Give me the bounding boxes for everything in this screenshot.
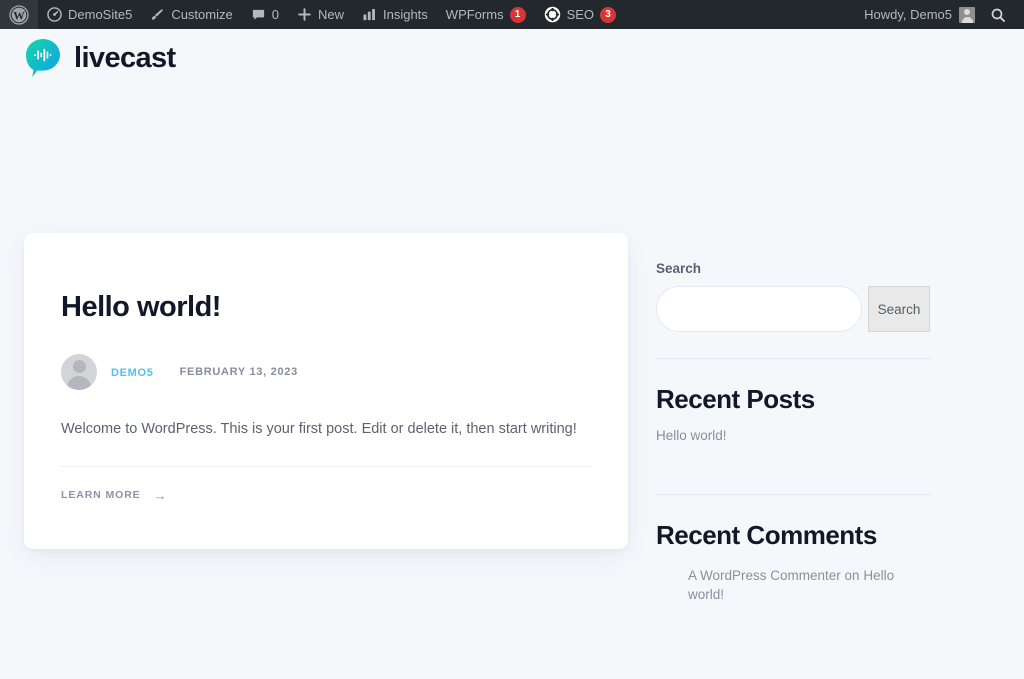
read-more-link[interactable]: LEARN MORE → [61,489,168,502]
search-input[interactable] [656,286,862,332]
post-meta: DEMO5 FEBRUARY 13, 2023 [61,354,591,391]
recent-posts-list: Hello world! [656,426,932,446]
post-title[interactable]: Hello world! [61,291,591,324]
search-label: Search [656,261,702,276]
admin-bar-wpforms-label: WPForms [445,7,504,22]
bar-chart-icon [362,7,377,22]
admin-bar-item-customize[interactable]: Customize [141,0,241,29]
recent-comments-title: Recent Comments [656,519,877,550]
page-wrapper: Hello world! DEMO5 FEBRUARY 13, 2023 Wel… [0,87,1024,609]
widget-search: Search Search [656,261,932,332]
admin-bar-search-toggle[interactable] [984,0,1016,29]
read-more-label: LEARN MORE [61,489,141,502]
recent-comments-list: A WordPress Commenter on Hello world! [656,566,932,605]
admin-bar-left-group: W DemoSite5 Customize 0 New Insights WPF… [0,0,625,29]
post-card: Hello world! DEMO5 FEBRUARY 13, 2023 Wel… [24,233,628,550]
admin-bar-new-label: New [317,7,344,22]
admin-bar-comment-count: 0 [271,7,279,22]
widget-divider [656,493,932,495]
wp-admin-bar: W DemoSite5 Customize 0 New Insights WPF… [0,0,1024,29]
yoast-seo-icon [544,6,561,23]
wordpress-icon: W [9,4,29,25]
comment-icon [251,7,266,22]
search-submit-button[interactable]: Search [868,286,930,332]
post-author-link[interactable]: DEMO5 [111,363,154,381]
admin-bar-item-site-name[interactable]: DemoSite5 [38,0,141,29]
dashboard-icon [47,7,62,22]
admin-bar-item-seo[interactable]: SEO 3 [535,0,625,29]
wpforms-notification-badge: 1 [509,6,526,23]
list-item[interactable]: A WordPress Commenter on Hello world! [688,566,932,605]
svg-text:W: W [13,10,25,22]
admin-bar-seo-label: SEO [566,7,595,22]
list-item[interactable]: Hello world! [656,426,932,446]
widget-recent-posts: Recent Posts Hello world! [656,384,932,446]
plus-icon [297,7,312,22]
admin-bar-item-comments[interactable]: 0 [242,0,288,29]
howdy-label: Howdy, Demo5 [864,7,952,22]
avatar [959,6,975,23]
search-form: Search [656,286,932,332]
widget-recent-comments: Recent Comments A WordPress Commenter on… [656,519,932,605]
seo-notification-badge: 3 [600,6,617,23]
admin-bar-item-wp-logo[interactable]: W [0,0,38,29]
post-excerpt: Welcome to WordPress. This is your first… [61,421,577,438]
livecast-speech-bubble-waveform-icon [24,38,62,78]
admin-bar-item-new-content[interactable]: New [288,0,353,29]
recent-posts-title: Recent Posts [656,384,815,414]
site-header: livecast [0,29,1024,87]
admin-bar-insights-label: Insights [382,7,428,22]
post-divider [61,465,591,467]
post-author-name: DEMO5 [111,367,154,380]
arrow-right-icon: → [153,487,168,503]
main-content: Hello world! DEMO5 FEBRUARY 13, 2023 Wel… [24,87,628,550]
admin-bar-item-wpforms[interactable]: WPForms 1 [437,0,535,29]
widget-divider [656,358,932,359]
post-date: FEBRUARY 13, 2023 [179,366,298,379]
search-icon [990,7,1006,23]
admin-bar-site-name-label: DemoSite5 [68,7,133,22]
sidebar: Search Search Recent Posts Hello world! … [656,87,932,609]
paintbrush-icon [150,7,165,22]
admin-bar-customize-label: Customize [171,7,233,22]
site-logo-link[interactable]: livecast [24,38,176,78]
site-title: livecast [74,41,176,74]
admin-bar-my-account[interactable]: Howdy, Demo5 [855,0,984,29]
admin-bar-right-group: Howdy, Demo5 [855,0,1024,29]
admin-bar-item-insights[interactable]: Insights [353,0,437,29]
author-avatar [61,354,97,391]
